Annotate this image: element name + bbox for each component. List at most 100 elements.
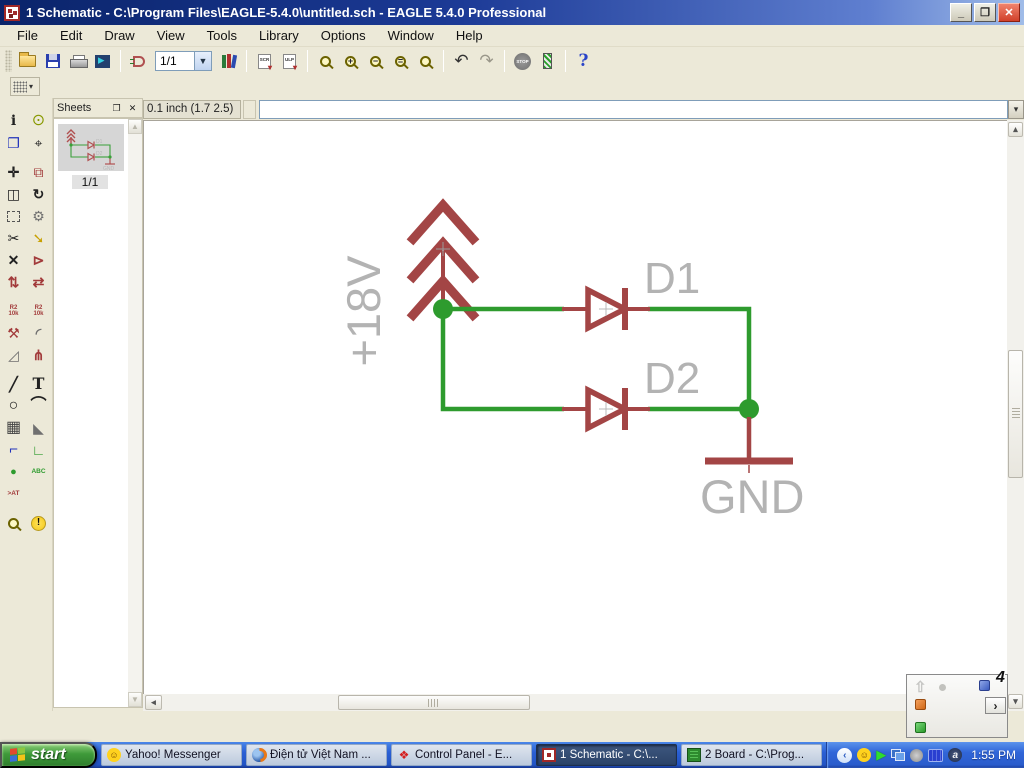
tool-name[interactable]: R2 10k [2,300,26,322]
menu-file[interactable]: File [6,26,49,45]
tool-erc[interactable] [2,512,26,534]
vertical-scroll-thumb[interactable] [1008,350,1023,478]
tool-value[interactable]: R2 10k [27,300,51,322]
tool-delete[interactable]: ✕ [2,249,26,271]
orange-cube-icon[interactable] [915,699,926,710]
tool-copy[interactable]: ⧉ [27,161,51,183]
task-control-panel[interactable]: ❖ Control Panel - E... [391,744,532,766]
tool-group[interactable] [2,205,26,227]
toolbar-drag-handle[interactable] [5,50,12,72]
tool-attribute[interactable]: >AT [2,483,26,505]
task-yahoo-messenger[interactable]: ☺ Yahoo! Messenger [101,744,242,766]
menu-library[interactable]: Library [248,26,310,45]
tool-mark[interactable]: ⌖ [27,132,51,154]
tool-miter2[interactable]: ◿ [2,344,26,366]
tool-cut[interactable]: ✂ [2,227,26,249]
tool-change[interactable]: ⚙ [27,205,51,227]
task-schematic-active[interactable]: 1 Schematic - C:\... [536,744,677,766]
tray-collapse-chevron[interactable]: ‹ [837,747,853,763]
task-board[interactable]: 2 Board - C:\Prog... [681,744,822,766]
stop-button[interactable]: STOP [510,49,535,73]
menu-options[interactable]: Options [310,26,377,45]
run-script-button[interactable]: SCR [252,49,277,73]
tool-smash[interactable]: ⚒ [2,322,26,344]
tool-mirror[interactable]: ◫ [2,183,26,205]
command-history-arrow[interactable]: ▾ [1008,99,1024,119]
junction-dot[interactable] [739,399,759,419]
redo-button[interactable]: ↷ [474,49,499,73]
menu-window[interactable]: Window [377,26,445,45]
task-firefox[interactable]: Điện tử Việt Nam ... [246,744,387,766]
junction-dot[interactable] [433,299,453,319]
tool-net[interactable]: ∟ [27,439,51,461]
sheet-selector-value[interactable]: 1/1 [155,51,195,71]
tray-network-icon[interactable] [891,749,906,761]
horizontal-scroll-thumb[interactable] [338,695,530,710]
green-cube-icon[interactable] [915,722,926,733]
minimize-button[interactable]: _ [950,3,972,22]
close-button[interactable]: ✕ [998,3,1020,22]
scroll-left-button[interactable]: ◂ [145,695,162,710]
tray-volume-icon[interactable] [910,748,924,762]
tool-bus[interactable]: ⌐ [2,439,26,461]
menu-tools[interactable]: Tools [196,26,248,45]
sheet-thumbnail[interactable]: D1 D2 GND [58,124,124,172]
zoom-out-button[interactable]: − [363,49,388,73]
tool-miter[interactable]: ◜ [27,322,51,344]
tool-move[interactable]: ✛ [2,161,26,183]
popup-next-button[interactable]: › [985,697,1006,714]
run-ulp-button[interactable]: ULP [277,49,302,73]
zoom-in-button[interactable]: + [338,49,363,73]
scroll-down-button[interactable]: ▾ [1008,694,1023,709]
open-button[interactable] [15,49,40,73]
schematic-canvas[interactable]: +18V D1 D2 GND [143,120,1007,694]
ground-symbol[interactable] [705,417,793,473]
diode-d2[interactable] [562,385,650,433]
horizontal-scrollbar[interactable]: ◂ [143,694,1007,711]
help-button[interactable]: ? [571,49,596,73]
tool-polygon[interactable]: ◣ [27,417,51,439]
restore-button[interactable]: ❐ [974,3,996,22]
sheet-selector-arrow[interactable]: ▼ [195,51,212,71]
tool-rotate[interactable]: ↻ [27,183,51,205]
go-button[interactable] [535,49,560,73]
tool-paste[interactable]: ➘ [27,227,51,249]
start-button[interactable]: start [0,742,97,768]
menu-edit[interactable]: Edit [49,26,93,45]
tool-show[interactable]: ⊙ [27,110,51,132]
menu-view[interactable]: View [146,26,196,45]
cam-processor-button[interactable] [90,49,115,73]
tray-yahoo-icon[interactable]: ☺ [857,748,872,762]
sheets-float-button[interactable]: ❐ [110,102,123,115]
zoom-redraw-button[interactable] [413,49,438,73]
grid-button[interactable]: ▾ [10,77,40,96]
tool-gateswap[interactable]: ⇄ [27,271,51,293]
library-button[interactable] [216,49,241,73]
sheets-scroll-down[interactable]: ▼ [128,692,142,707]
tool-display[interactable]: ❐ [2,132,26,154]
vertical-scrollbar[interactable]: ▴ ▾ [1007,120,1024,711]
board-toggle-button[interactable] [126,49,151,73]
tool-pinswap[interactable]: ⇅ [2,271,26,293]
scroll-up-button[interactable]: ▴ [1008,122,1023,137]
command-bar-splitter[interactable] [243,99,256,119]
undo-button[interactable]: ↶ [449,49,474,73]
tool-label[interactable]: ABC [27,461,51,483]
command-input[interactable] [259,99,1008,119]
supply-symbol-18v[interactable]: +18V [337,198,480,367]
print-button[interactable] [65,49,90,73]
tool-info[interactable]: i [2,110,26,132]
tool-wire[interactable]: ╱ [2,373,26,395]
sheet-number-label[interactable]: 1/1 [72,175,108,189]
menu-draw[interactable]: Draw [93,26,145,45]
zoom-fit-button[interactable] [313,49,338,73]
tray-keyboard-icon[interactable] [928,748,944,762]
tool-junction[interactable]: ● [2,461,26,483]
tool-add[interactable]: ⊳ [27,249,51,271]
sheets-scroll-up[interactable]: ▲ [128,119,142,134]
tray-play-icon[interactable]: ▶ [876,747,886,763]
tool-optimize[interactable]: ⋔ [27,344,51,366]
tool-rect[interactable]: ▦ [2,417,26,439]
blue-cube-icon[interactable] [979,680,990,691]
tray-a-icon[interactable]: a [948,748,963,762]
